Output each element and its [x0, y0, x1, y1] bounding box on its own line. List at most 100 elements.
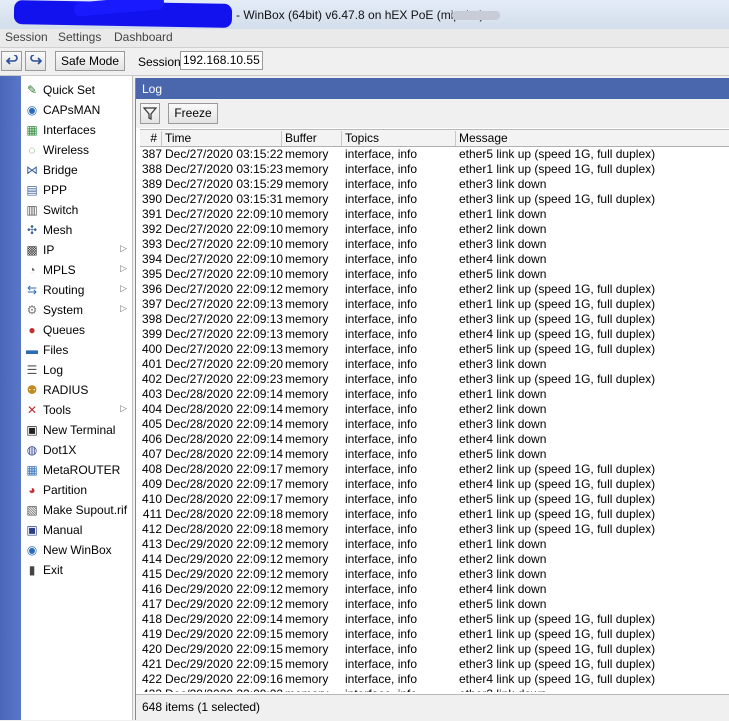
sidebar-item-icon: ▩: [26, 243, 38, 257]
log-cell-message: ether5 link down: [459, 447, 547, 461]
log-cell-message: ether2 link up (speed 1G, full duplex): [459, 462, 656, 476]
sidebar-item-interfaces[interactable]: ▦ Interfaces: [21, 120, 132, 140]
sidebar-item-bridge[interactable]: ⋈ Bridge: [21, 160, 132, 180]
log-row[interactable]: 415 Dec/29/2020 22:09:12 memory interface, …: [140, 567, 729, 582]
sidebar-item-mesh[interactable]: ✣ Mesh: [21, 220, 132, 240]
sidebar-item-new-winbox[interactable]: ◉ New WinBox: [21, 540, 132, 560]
log-row[interactable]: 389 Dec/27/2020 03:15:29 memory interface, …: [140, 177, 729, 192]
sidebar-item-icon: ▮: [28, 563, 36, 577]
log-row[interactable]: 407 Dec/28/2020 22:09:14 memory interface, …: [140, 447, 729, 462]
log-cell-time: Dec/29/2020 22:09:12: [165, 537, 283, 551]
sidebar-item-partition[interactable]: ◕ Partition: [21, 480, 132, 500]
log-cell-time: Dec/27/2020 03:15:22: [165, 147, 283, 161]
sidebar-item-queues[interactable]: ● Queues: [21, 320, 132, 340]
sidebar-item-files[interactable]: ▬ Files: [21, 340, 132, 360]
sidebar-item-system[interactable]: ⚙ System ▷: [21, 300, 132, 320]
log-row[interactable]: 391 Dec/27/2020 22:09:10 memory interface, …: [140, 207, 729, 222]
menu-settings[interactable]: Settings: [58, 30, 101, 44]
log-row[interactable]: 398 Dec/27/2020 22:09:13 memory interface, …: [140, 312, 729, 327]
sidebar-item-capsman[interactable]: ◉ CAPsMAN: [21, 100, 132, 120]
log-row[interactable]: 395 Dec/27/2020 22:09:10 memory interface, …: [140, 267, 729, 282]
log-row[interactable]: 400 Dec/27/2020 22:09:13 memory interface, …: [140, 342, 729, 357]
log-row[interactable]: 399 Dec/27/2020 22:09:13 memory interface, …: [140, 327, 729, 342]
log-cell-topics: interface, info: [345, 312, 418, 326]
sidebar-item-radius[interactable]: ⚉ RADIUS: [21, 380, 132, 400]
filter-icon: [142, 107, 158, 120]
log-cell-topics: interface, info: [345, 522, 418, 536]
log-row[interactable]: 401 Dec/27/2020 22:09:20 memory interface, …: [140, 357, 729, 372]
sidebar-item-label: RADIUS: [43, 383, 89, 397]
session-address[interactable]: 192.168.10.55: [180, 51, 263, 70]
column-header-time[interactable]: Time: [162, 131, 282, 146]
log-row[interactable]: 413 Dec/29/2020 22:09:12 memory interface, …: [140, 537, 729, 552]
log-row[interactable]: 403 Dec/28/2020 22:09:14 memory interface, …: [140, 387, 729, 402]
log-row[interactable]: 393 Dec/27/2020 22:09:10 memory interface, …: [140, 237, 729, 252]
log-row[interactable]: 402 Dec/27/2020 22:09:23 memory interface, …: [140, 372, 729, 387]
log-row[interactable]: 404 Dec/28/2020 22:09:14 memory interface, …: [140, 402, 729, 417]
sidebar-item-quick-set[interactable]: ✎ Quick Set: [21, 80, 132, 100]
log-cell-message: ether1 link down: [459, 537, 547, 551]
sidebar-item-manual[interactable]: ▣ Manual: [21, 520, 132, 540]
log-row[interactable]: 394 Dec/27/2020 22:09:10 memory interface, …: [140, 252, 729, 267]
sidebar-item-label: PPP: [43, 183, 68, 197]
menu-dashboard[interactable]: Dashboard: [114, 30, 173, 44]
sidebar-item-routing[interactable]: ⇆ Routing ▷: [21, 280, 132, 300]
log-cell-time: Dec/28/2020 22:09:14: [165, 387, 283, 401]
sidebar-item-make-supout-rif[interactable]: ▧ Make Supout.rif: [21, 500, 132, 520]
column-header-buffer[interactable]: Buffer: [282, 131, 342, 146]
undo-button[interactable]: [1, 51, 22, 71]
log-row[interactable]: 411 Dec/28/2020 22:09:18 memory interface, …: [140, 507, 729, 522]
log-row[interactable]: 419 Dec/29/2020 22:09:15 memory interface, …: [140, 627, 729, 642]
log-row[interactable]: 408 Dec/28/2020 22:09:17 memory interface, …: [140, 462, 729, 477]
sidebar-item-switch[interactable]: ▥ Switch: [21, 200, 132, 220]
log-row[interactable]: 421 Dec/29/2020 22:09:15 memory interface, …: [140, 657, 729, 672]
log-row[interactable]: 406 Dec/28/2020 22:09:14 memory interface, …: [140, 432, 729, 447]
log-row[interactable]: 418 Dec/29/2020 22:09:14 memory interface, …: [140, 612, 729, 627]
log-row[interactable]: 405 Dec/28/2020 22:09:14 memory interface, …: [140, 417, 729, 432]
log-row[interactable]: 412 Dec/28/2020 22:09:18 memory interface, …: [140, 522, 729, 537]
sidebar-item-ppp[interactable]: ▤ PPP: [21, 180, 132, 200]
safe-mode-button[interactable]: Safe Mode: [55, 51, 125, 71]
log-window-header[interactable]: Log: [136, 78, 729, 99]
log-row[interactable]: 387 Dec/27/2020 03:15:22 memory interface, …: [140, 147, 729, 162]
log-row[interactable]: 417 Dec/29/2020 22:09:12 memory interface, …: [140, 597, 729, 612]
log-row[interactable]: 410 Dec/28/2020 22:09:17 memory interface, …: [140, 492, 729, 507]
freeze-button[interactable]: Freeze: [168, 103, 218, 124]
sidebar-item-dot1x[interactable]: ◍ Dot1X: [21, 440, 132, 460]
sidebar-item-metarouter[interactable]: ▦ MetaROUTER: [21, 460, 132, 480]
log-row[interactable]: 397 Dec/27/2020 22:09:13 memory interface, …: [140, 297, 729, 312]
sidebar-item-exit[interactable]: ▮ Exit: [21, 560, 132, 580]
sidebar-item-wireless[interactable]: ◌ Wireless: [21, 140, 132, 160]
sidebar-item-label: Exit: [43, 563, 64, 577]
log-cell-time: Dec/28/2020 22:09:14: [165, 417, 283, 431]
sidebar-item-mpls[interactable]: ◔ MPLS ▷: [21, 260, 132, 280]
column-header-topics[interactable]: Topics: [342, 131, 456, 146]
log-row[interactable]: 409 Dec/28/2020 22:09:17 memory interface, …: [140, 477, 729, 492]
column-header-number[interactable]: #: [140, 131, 162, 146]
sidebar-item-tools[interactable]: ✕ Tools ▷: [21, 400, 132, 420]
log-row[interactable]: 414 Dec/29/2020 22:09:12 memory interface, …: [140, 552, 729, 567]
log-cell-message: ether5 link up (speed 1G, full duplex): [459, 492, 656, 506]
log-cell-buffer: memory: [285, 372, 329, 386]
log-row[interactable]: 422 Dec/29/2020 22:09:16 memory interface, …: [140, 672, 729, 687]
log-cell-buffer: memory: [285, 192, 329, 206]
filter-button[interactable]: [140, 103, 160, 124]
menu-session[interactable]: Session: [5, 30, 48, 44]
log-window-title: Log: [142, 82, 163, 96]
sidebar-item-icon: ▥: [26, 203, 38, 217]
sidebar-item-log[interactable]: ☰ Log: [21, 360, 132, 380]
log-row[interactable]: 396 Dec/27/2020 22:09:12 memory interface, …: [140, 282, 729, 297]
log-row[interactable]: 416 Dec/29/2020 22:09:12 memory interface, …: [140, 582, 729, 597]
sidebar-item-label: MetaROUTER: [43, 463, 121, 477]
redo-button[interactable]: [25, 51, 46, 71]
log-row[interactable]: 423Dec/29/2020 22:09:22memoryinterface, …: [140, 687, 729, 692]
log-row[interactable]: 392 Dec/27/2020 22:09:10 memory interface, …: [140, 222, 729, 237]
log-row[interactable]: 420 Dec/29/2020 22:09:15 memory interface, …: [140, 642, 729, 657]
column-header-message[interactable]: Message: [456, 131, 729, 146]
sidebar-item-ip[interactable]: ▩ IP ▷: [21, 240, 132, 260]
log-toolbar: Freeze: [136, 99, 729, 128]
log-cell-topics: interface, info: [345, 222, 418, 236]
log-row[interactable]: 390 Dec/27/2020 03:15:31 memory interface, …: [140, 192, 729, 207]
sidebar-item-new-terminal[interactable]: ▣ New Terminal: [21, 420, 132, 440]
log-row[interactable]: 388 Dec/27/2020 03:15:23 memory interface, …: [140, 162, 729, 177]
